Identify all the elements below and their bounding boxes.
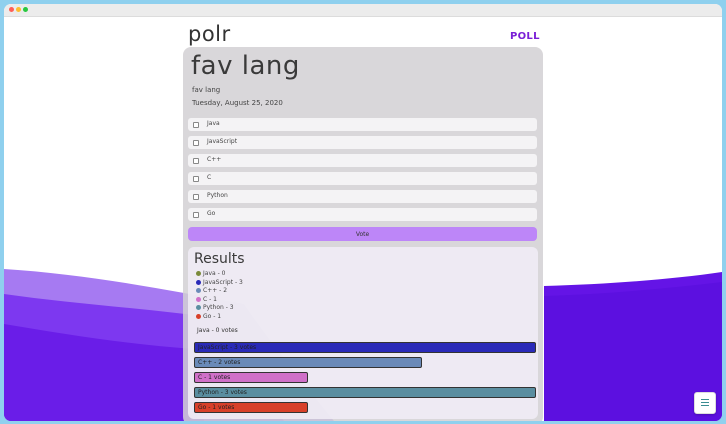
poll-title: fav lang bbox=[191, 51, 300, 81]
vote-button[interactable]: Vote bbox=[188, 227, 537, 241]
option-checkbox[interactable] bbox=[193, 122, 199, 128]
poll-card: fav lang fav lang Tuesday, August 25, 20… bbox=[183, 47, 543, 421]
poll-description: fav lang bbox=[192, 86, 221, 94]
legend-label: JavaScript - 3 bbox=[203, 278, 243, 286]
option-javascript[interactable]: JavaScript bbox=[188, 136, 537, 149]
browser-window: polr POLL fav lang fav lang Tuesday, Aug… bbox=[4, 4, 722, 421]
poll-date: Tuesday, August 25, 2020 bbox=[192, 99, 283, 107]
legend-item: JavaScript - 3 bbox=[196, 279, 243, 286]
option-checkbox[interactable] bbox=[193, 158, 199, 164]
result-bar: Python - 3 votes bbox=[194, 387, 536, 398]
option-c[interactable]: C bbox=[188, 172, 537, 185]
legend-swatch bbox=[196, 305, 201, 311]
option-label: C bbox=[207, 174, 212, 181]
option-label: Go bbox=[207, 210, 216, 217]
bar-label: C++ - 2 votes bbox=[198, 359, 241, 366]
option-label: Java bbox=[207, 120, 220, 127]
legend-item: C - 1 bbox=[196, 296, 217, 303]
result-bar: Go - 1 votes bbox=[194, 402, 308, 413]
legend-label: C - 1 bbox=[203, 295, 217, 303]
bar-label: Go - 1 votes bbox=[198, 404, 235, 411]
option-label: JavaScript bbox=[207, 138, 238, 145]
legend-label: C++ - 2 bbox=[203, 287, 228, 295]
option-label: Python bbox=[207, 192, 228, 199]
result-bar: JavaScript - 3 votes bbox=[194, 342, 536, 353]
legend-swatch bbox=[196, 271, 201, 276]
results-title: Results bbox=[194, 251, 245, 267]
bar-label: Java - 0 votes bbox=[197, 327, 238, 334]
poll-nav-link[interactable]: POLL bbox=[510, 31, 540, 42]
bar-label: Python - 3 votes bbox=[198, 389, 247, 396]
legend-swatch bbox=[196, 288, 201, 294]
legend-item: Java - 0 bbox=[196, 270, 225, 277]
option-go[interactable]: Go bbox=[188, 208, 537, 221]
option-python[interactable]: Python bbox=[188, 190, 537, 203]
legend-label: Java - 0 bbox=[203, 270, 226, 277]
legend-swatch bbox=[196, 279, 201, 285]
option-checkbox[interactable] bbox=[193, 176, 199, 182]
result-bar: C++ - 2 votes bbox=[194, 357, 422, 368]
app-logo[interactable]: polr bbox=[188, 22, 231, 46]
legend-swatch bbox=[196, 296, 201, 302]
legend-item: Python - 3 bbox=[196, 304, 234, 311]
bar-label: C - 1 votes bbox=[198, 374, 231, 381]
option-checkbox[interactable] bbox=[193, 140, 199, 146]
legend-label: Python - 3 bbox=[203, 304, 234, 312]
menu-button[interactable] bbox=[694, 392, 716, 414]
results-panel: Results Java - 0 JavaScript - 3 C++ - 2C -… bbox=[188, 247, 538, 419]
option-checkbox[interactable] bbox=[193, 212, 199, 218]
legend-item: C++ - 2 bbox=[196, 287, 227, 294]
legend-item: Go - 1 bbox=[196, 313, 221, 320]
option-checkbox[interactable] bbox=[193, 194, 199, 200]
option-cpp[interactable]: C++ bbox=[188, 154, 537, 167]
legend-swatch bbox=[196, 314, 201, 319]
result-bar: C - 1 votes bbox=[194, 372, 308, 383]
menu-icon bbox=[701, 399, 709, 400]
option-label: C++ bbox=[207, 156, 222, 163]
legend-label: Go - 1 bbox=[203, 313, 222, 320]
option-java[interactable]: Java bbox=[188, 118, 537, 131]
bar-label: JavaScript - 3 votes bbox=[198, 344, 257, 351]
